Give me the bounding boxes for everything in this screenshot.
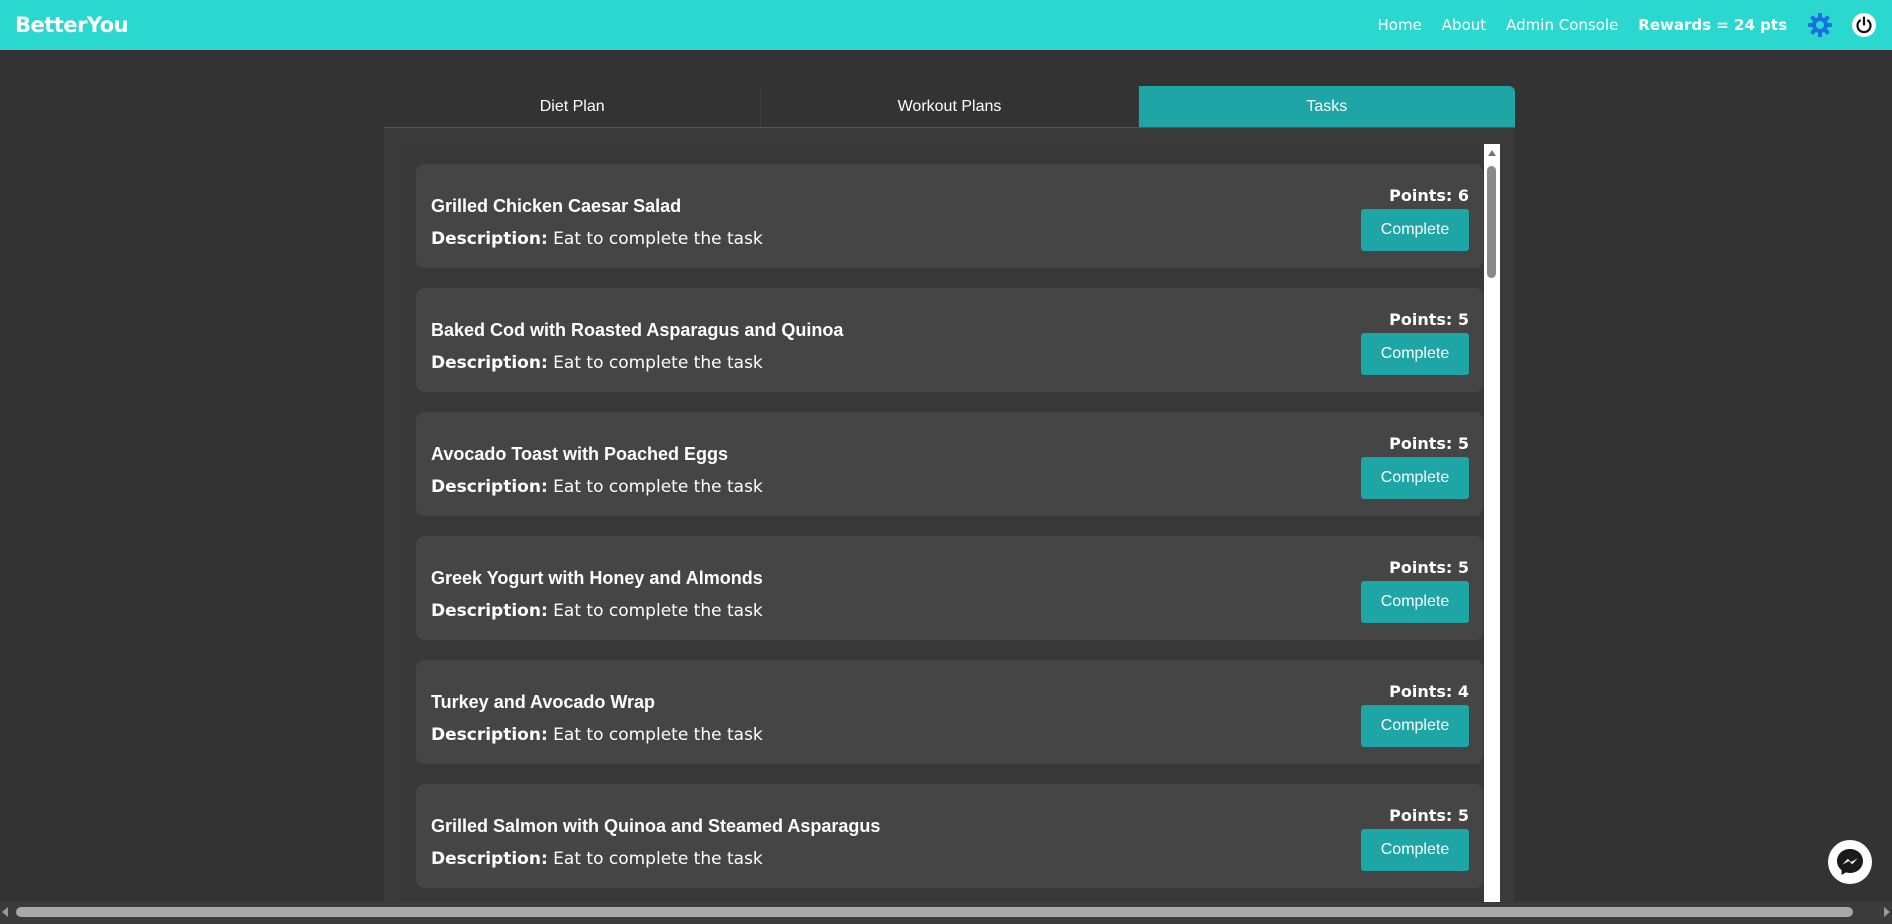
task-card: Grilled Salmon with Quinoa and Steamed A… [416, 784, 1483, 888]
task-description: Description: Eat to complete the task [431, 849, 763, 869]
tab-bar: Diet Plan Workout Plans Tasks [384, 86, 1515, 128]
task-list-scrollbar[interactable] [1484, 144, 1500, 924]
gear-icon[interactable] [1807, 12, 1833, 38]
task-name: Grilled Chicken Caesar Salad [431, 196, 682, 216]
power-icon[interactable] [1851, 12, 1877, 38]
complete-button[interactable]: Complete [1361, 705, 1469, 747]
complete-button[interactable]: Complete [1361, 457, 1469, 499]
messenger-icon[interactable] [1828, 840, 1872, 884]
task-name: Avocado Toast with Poached Eggs [431, 444, 729, 464]
description-label: Description: [431, 229, 548, 249]
task-points: Points: 6 [1389, 186, 1469, 205]
description-label: Description: [431, 849, 548, 869]
nav-link-admin-console[interactable]: Admin Console [1506, 16, 1618, 34]
task-description: Description: Eat to complete the task [431, 477, 763, 497]
description-label: Description: [431, 601, 548, 621]
plans-panel: Diet Plan Workout Plans Tasks Grilled Ch… [384, 86, 1515, 924]
task-list-container[interactable]: Grilled Chicken Caesar Salad Description… [400, 144, 1499, 924]
task-description: Description: Eat to complete the task [431, 353, 763, 373]
description-text: Eat to complete the task [553, 477, 763, 497]
nav-link-about[interactable]: About [1442, 16, 1486, 34]
description-text: Eat to complete the task [553, 601, 763, 621]
top-navbar: BetterYou Home About Admin Console Rewar… [0, 0, 1892, 50]
description-text: Eat to complete the task [553, 725, 763, 745]
task-points: Points: 5 [1389, 310, 1469, 329]
task-points: Points: 5 [1389, 558, 1469, 577]
rewards-points: Rewards = 24 pts [1638, 16, 1787, 34]
task-points: Points: 5 [1389, 434, 1469, 453]
task-card: Baked Cod with Roasted Asparagus and Qui… [416, 288, 1483, 392]
task-card: Grilled Chicken Caesar Salad Description… [416, 164, 1483, 268]
task-name: Baked Cod with Roasted Asparagus and Qui… [431, 320, 844, 340]
scroll-up-arrow-icon[interactable] [1488, 150, 1496, 156]
task-card: Greek Yogurt with Honey and Almonds Desc… [416, 536, 1483, 640]
description-label: Description: [431, 353, 548, 373]
description-text: Eat to complete the task [553, 849, 763, 869]
complete-button[interactable]: Complete [1361, 333, 1469, 375]
scrollbar-thumb[interactable] [1487, 166, 1496, 278]
task-points: Points: 4 [1389, 682, 1469, 701]
complete-button[interactable]: Complete [1361, 581, 1469, 623]
task-name: Greek Yogurt with Honey and Almonds [431, 568, 763, 588]
task-card: Avocado Toast with Poached Eggs Descript… [416, 412, 1483, 516]
scroll-left-arrow-icon[interactable] [2, 907, 8, 917]
task-description: Description: Eat to complete the task [431, 725, 763, 745]
description-label: Description: [431, 477, 548, 497]
brand-logo[interactable]: BetterYou [15, 13, 129, 37]
task-description: Description: Eat to complete the task [431, 601, 763, 621]
horizontal-scrollbar-thumb[interactable] [16, 907, 1853, 917]
nav-menu: Home About Admin Console Rewards = 24 pt… [1378, 0, 1878, 50]
task-card: Turkey and Avocado Wrap Description: Eat… [416, 660, 1483, 764]
description-label: Description: [431, 725, 548, 745]
task-points: Points: 5 [1389, 806, 1469, 825]
scroll-right-arrow-icon[interactable] [1884, 907, 1890, 917]
task-name: Grilled Salmon with Quinoa and Steamed A… [431, 816, 881, 836]
page-horizontal-scrollbar[interactable] [0, 902, 1892, 924]
complete-button[interactable]: Complete [1361, 829, 1469, 871]
task-description: Description: Eat to complete the task [431, 229, 763, 249]
nav-link-home[interactable]: Home [1378, 16, 1422, 34]
description-text: Eat to complete the task [553, 353, 763, 373]
description-text: Eat to complete the task [553, 229, 763, 249]
tab-diet-plan[interactable]: Diet Plan [384, 86, 762, 127]
task-list: Grilled Chicken Caesar Salad Description… [416, 164, 1483, 908]
complete-button[interactable]: Complete [1361, 209, 1469, 251]
tab-tasks[interactable]: Tasks [1138, 86, 1515, 127]
tab-workout-plans[interactable]: Workout Plans [761, 86, 1139, 127]
task-name: Turkey and Avocado Wrap [431, 692, 656, 712]
